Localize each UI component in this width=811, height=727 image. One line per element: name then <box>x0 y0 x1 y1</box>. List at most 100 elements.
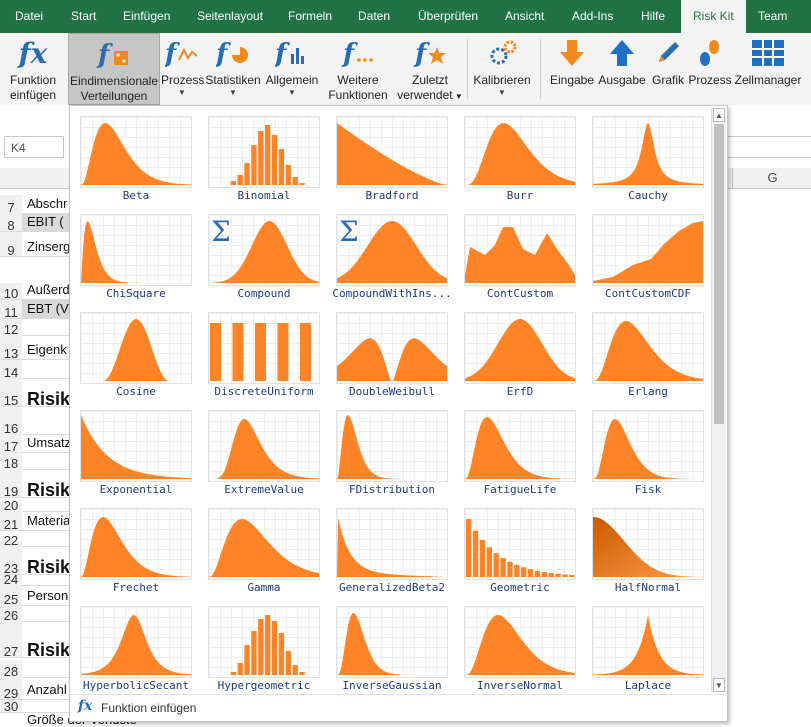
tab-ansicht[interactable]: Ansicht <box>503 0 546 33</box>
row-header[interactable]: 15 <box>0 378 22 408</box>
row-header[interactable]: 7 <box>0 195 22 215</box>
distribution-item[interactable]: FDistribution <box>336 410 448 506</box>
distribution-item[interactable]: ContCustom <box>464 214 576 310</box>
column-header-g[interactable]: G <box>732 168 811 188</box>
distribution-item[interactable]: Exponential <box>80 410 192 506</box>
distribution-curve-icon <box>465 319 575 381</box>
row-header[interactable]: 21 <box>0 510 22 532</box>
distribution-item[interactable]: FatigueLife <box>464 410 576 506</box>
distribution-item[interactable]: Erlang <box>592 312 704 408</box>
scroll-up-icon[interactable]: ▲ <box>713 108 725 122</box>
row-header[interactable]: 16 <box>0 408 22 436</box>
prozess-zelle-button[interactable]: Prozess <box>688 33 732 105</box>
row-header[interactable]: 28 <box>0 660 22 679</box>
distribution-thumbnail <box>592 214 704 286</box>
distribution-item[interactable]: Beta <box>80 116 192 212</box>
distribution-thumbnail <box>336 508 448 580</box>
row-header[interactable]: 8 <box>0 213 22 233</box>
distribution-item[interactable]: ContCustomCDF <box>592 214 704 310</box>
row-header[interactable]: 27 <box>0 621 22 659</box>
distribution-item[interactable]: Burr <box>464 116 576 212</box>
prozess-button[interactable]: f Prozess ▼ <box>161 33 205 105</box>
dropdown-caret-icon: ▼ <box>452 92 463 101</box>
tab-ueberpruefen[interactable]: Überprüfen <box>416 0 480 33</box>
distribution-label: GeneralizedBeta2 <box>339 581 445 594</box>
grafik-button[interactable]: Grafik <box>649 33 687 105</box>
tab-seitenlayout[interactable]: Seitenlayout <box>195 0 265 33</box>
row-header[interactable]: 19 <box>0 469 22 499</box>
distribution-item[interactable]: Bradford <box>336 116 448 212</box>
distribution-item[interactable]: Laplace <box>592 606 704 702</box>
row-header[interactable]: 14 <box>0 360 22 380</box>
distribution-item[interactable]: Σ Compound <box>208 214 320 310</box>
name-box[interactable]: K4 <box>4 136 64 158</box>
funktion-einfuegen-footer[interactable]: fx Funktion einfügen <box>70 694 726 721</box>
distribution-item[interactable]: Gamma <box>208 508 320 604</box>
zuletzt-verwendet-button[interactable]: f Zuletzt verwendet ▼ <box>395 33 465 105</box>
dropdown-caret-icon: ▼ <box>178 88 186 97</box>
row-header[interactable]: 10 <box>0 283 22 301</box>
statistiken-button[interactable]: f Statistiken ▼ <box>205 33 261 105</box>
row-header[interactable]: 9 <box>0 232 22 258</box>
distribution-thumbnail <box>592 410 704 482</box>
tab-daten[interactable]: Daten <box>356 0 392 33</box>
row-header[interactable]: 29 <box>0 677 22 701</box>
cell-text: Anzahl <box>27 682 67 697</box>
row-header[interactable]: 25 <box>0 585 22 607</box>
kalibrieren-button[interactable]: Kalibrieren ▼ <box>470 33 534 105</box>
tab-datei[interactable]: Datei <box>13 0 45 33</box>
distribution-item[interactable]: GeneralizedBeta2 <box>336 508 448 604</box>
tab-risk-kit[interactable]: Risk Kit <box>681 0 746 33</box>
tab-hilfe[interactable]: Hilfe <box>639 0 667 33</box>
prozess-label: Prozess <box>161 73 205 87</box>
funktion-label-2: einfügen <box>9 88 57 102</box>
distribution-item[interactable]: ErfD <box>464 312 576 408</box>
row-header[interactable]: 18 <box>0 452 22 471</box>
distribution-item[interactable]: DoubleWeibull <box>336 312 448 408</box>
row-header[interactable]: 17 <box>0 434 22 454</box>
cell-text: Risik <box>27 389 71 409</box>
distribution-item[interactable]: DiscreteUniform <box>208 312 320 408</box>
weitere-funktionen-button[interactable]: f Weitere Funktionen <box>323 33 393 105</box>
distribution-item[interactable]: Fisk <box>592 410 704 506</box>
distribution-item[interactable]: ExtremeValue <box>208 410 320 506</box>
distribution-item[interactable]: InverseNormal <box>464 606 576 702</box>
row-header[interactable]: 13 <box>0 335 22 361</box>
scroll-down-icon[interactable]: ▼ <box>713 678 725 692</box>
distribution-item[interactable]: HyperbolicSecant <box>80 606 192 702</box>
row-header[interactable]: 12 <box>0 319 22 337</box>
eindimensionale-verteilungen-button[interactable]: f Eindimensionale Verteilungen ▼ <box>68 33 160 113</box>
distribution-thumbnail <box>80 312 192 384</box>
distribution-item[interactable]: Cauchy <box>592 116 704 212</box>
tab-einfuegen[interactable]: Einfügen <box>121 0 172 33</box>
row-header[interactable]: 11 <box>0 300 22 320</box>
ausgabe-button[interactable]: Ausgabe <box>597 33 647 105</box>
distribution-item[interactable]: HalfNormal <box>592 508 704 604</box>
row-header[interactable]: 23 <box>0 546 22 576</box>
scrollbar-thumb[interactable] <box>714 124 724 424</box>
allgemein-button[interactable]: f Allgemein ▼ <box>263 33 321 105</box>
eingabe-button[interactable]: Eingabe <box>549 33 595 105</box>
tab-add-ins[interactable]: Add-Ins <box>570 0 615 33</box>
distribution-item[interactable]: Frechet <box>80 508 192 604</box>
distribution-item[interactable]: ChiSquare <box>80 214 192 310</box>
row-header[interactable]: 24 <box>0 573 22 586</box>
distribution-label: Burr <box>506 189 534 202</box>
distribution-item[interactable]: Hypergeometric <box>208 606 320 702</box>
funktion-einfuegen-button[interactable]: fx Funktion einfügen <box>3 33 63 105</box>
cell-text: Zinserg <box>27 239 71 254</box>
gallery-scrollbar[interactable]: ▲ ▼ <box>711 108 726 692</box>
distribution-item[interactable]: InverseGaussian <box>336 606 448 702</box>
distribution-label: FatigueLife <box>483 483 557 496</box>
row-header[interactable]: 26 <box>0 605 22 623</box>
tab-formeln[interactable]: Formeln <box>286 0 334 33</box>
svg-text:f: f <box>341 39 358 69</box>
tab-start[interactable]: Start <box>69 0 98 33</box>
distribution-item[interactable]: Geometric <box>464 508 576 604</box>
tab-team[interactable]: Team <box>756 0 789 33</box>
zellmanager-button[interactable]: Zellmanager <box>733 33 803 105</box>
row-header[interactable]: 30 <box>0 700 22 714</box>
distribution-item[interactable]: Binomial <box>208 116 320 212</box>
distribution-item[interactable]: Σ CompoundWithIns... <box>332 214 452 310</box>
distribution-item[interactable]: Cosine <box>80 312 192 408</box>
